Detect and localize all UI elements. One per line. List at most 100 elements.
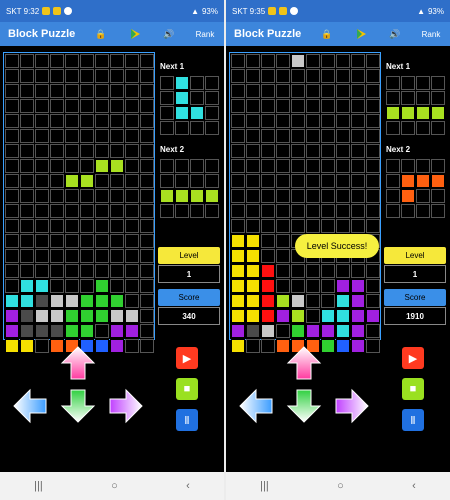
board-cell bbox=[110, 174, 124, 188]
board-cell bbox=[110, 294, 124, 308]
down-arrow-icon[interactable] bbox=[60, 388, 96, 429]
rank-button[interactable]: Rank bbox=[412, 22, 450, 46]
board-cell bbox=[276, 294, 290, 308]
board-cell bbox=[35, 69, 49, 83]
board-cell bbox=[5, 204, 19, 218]
board-cell bbox=[366, 264, 380, 278]
stop-icon[interactable]: ■ bbox=[176, 378, 198, 400]
app-bar: Block Puzzle 🔒 🔊 Rank bbox=[0, 22, 224, 46]
board-cell bbox=[110, 279, 124, 293]
play-icon[interactable]: ▶ bbox=[176, 347, 198, 369]
sound-button[interactable]: 🔊 bbox=[378, 22, 412, 46]
board-cell bbox=[175, 204, 189, 218]
up-arrow-icon[interactable] bbox=[286, 345, 322, 386]
board-cell bbox=[231, 69, 245, 83]
next2-label: Next 2 bbox=[386, 145, 411, 154]
board-cell bbox=[65, 69, 79, 83]
board-cell bbox=[125, 219, 139, 233]
board-cell bbox=[351, 294, 365, 308]
board-cell bbox=[175, 189, 189, 203]
board-cell bbox=[110, 204, 124, 218]
board-cell bbox=[5, 219, 19, 233]
board-cell bbox=[291, 279, 305, 293]
board-cell bbox=[125, 204, 139, 218]
board-cell bbox=[35, 234, 49, 248]
game-board[interactable] bbox=[229, 52, 381, 353]
board-cell bbox=[306, 309, 320, 323]
play-icon[interactable]: ▶ bbox=[402, 347, 424, 369]
board-cell bbox=[80, 264, 94, 278]
board-cell bbox=[20, 84, 34, 98]
back-icon[interactable]: ‹ bbox=[186, 480, 190, 492]
board-cell bbox=[125, 84, 139, 98]
board-cell bbox=[291, 129, 305, 143]
board-cell bbox=[5, 264, 19, 278]
next1-label: Next 1 bbox=[386, 62, 411, 71]
lock-button[interactable]: 🔒 bbox=[84, 22, 118, 46]
board-cell bbox=[321, 324, 335, 338]
board-cell bbox=[231, 114, 245, 128]
home-icon[interactable]: ○ bbox=[111, 480, 118, 492]
left-arrow-icon[interactable] bbox=[238, 388, 274, 429]
pause-icon[interactable]: Ⅱ bbox=[176, 409, 198, 431]
game-board[interactable] bbox=[3, 52, 155, 353]
up-arrow-icon[interactable] bbox=[60, 345, 96, 386]
board-cell bbox=[306, 114, 320, 128]
board-cell bbox=[306, 204, 320, 218]
board-cell bbox=[50, 54, 64, 68]
right-arrow-icon[interactable] bbox=[334, 388, 370, 429]
screen-left: SKT 9:32 ▲ 93% Block Puzzle 🔒 🔊 Rank Next… bbox=[0, 0, 224, 500]
next2-preview bbox=[159, 158, 219, 218]
board-cell bbox=[65, 234, 79, 248]
board-cell bbox=[95, 144, 109, 158]
board-cell bbox=[35, 264, 49, 278]
rank-button[interactable]: Rank bbox=[186, 22, 224, 46]
stop-icon[interactable]: ■ bbox=[402, 378, 424, 400]
board-cell bbox=[50, 219, 64, 233]
board-cell bbox=[261, 249, 275, 263]
recent-apps-icon[interactable]: ||| bbox=[34, 480, 43, 492]
down-arrow-icon[interactable] bbox=[286, 388, 322, 429]
board-cell bbox=[35, 219, 49, 233]
pause-icon[interactable]: Ⅱ bbox=[402, 409, 424, 431]
back-icon[interactable]: ‹ bbox=[412, 480, 416, 492]
board-cell bbox=[336, 324, 350, 338]
board-cell bbox=[416, 76, 430, 90]
board-cell bbox=[140, 189, 154, 203]
board-cell bbox=[5, 69, 19, 83]
board-cell bbox=[366, 69, 380, 83]
board-cell bbox=[190, 174, 204, 188]
board-cell bbox=[336, 279, 350, 293]
home-icon[interactable]: ○ bbox=[337, 480, 344, 492]
right-arrow-icon[interactable] bbox=[108, 388, 144, 429]
board-cell bbox=[140, 54, 154, 68]
lock-button[interactable]: 🔒 bbox=[310, 22, 344, 46]
board-cell bbox=[246, 219, 260, 233]
board-cell bbox=[5, 249, 19, 263]
left-arrow-icon[interactable] bbox=[12, 388, 48, 429]
play-store-button[interactable] bbox=[344, 22, 378, 46]
board-cell bbox=[125, 249, 139, 263]
board-cell bbox=[366, 114, 380, 128]
board-cell bbox=[125, 234, 139, 248]
board-cell bbox=[190, 106, 204, 120]
recent-apps-icon[interactable]: ||| bbox=[260, 480, 269, 492]
board-cell bbox=[80, 159, 94, 173]
board-cell bbox=[110, 129, 124, 143]
board-cell bbox=[431, 106, 445, 120]
board-cell bbox=[65, 279, 79, 293]
board-cell bbox=[125, 279, 139, 293]
sound-button[interactable]: 🔊 bbox=[152, 22, 186, 46]
board-cell bbox=[5, 189, 19, 203]
board-cell bbox=[231, 219, 245, 233]
board-cell bbox=[50, 174, 64, 188]
level-value: 1 bbox=[384, 265, 446, 283]
score-label: Score bbox=[158, 289, 220, 306]
board-cell bbox=[140, 114, 154, 128]
board-cell bbox=[95, 264, 109, 278]
play-store-button[interactable] bbox=[118, 22, 152, 46]
board-cell bbox=[366, 54, 380, 68]
board-cell bbox=[65, 144, 79, 158]
board-cell bbox=[80, 144, 94, 158]
board-cell bbox=[351, 309, 365, 323]
